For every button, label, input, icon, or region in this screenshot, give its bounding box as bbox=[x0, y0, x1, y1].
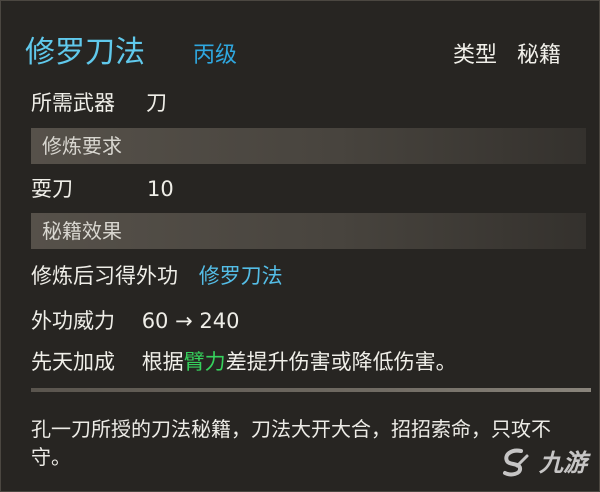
section-effects-label: 秘籍效果 bbox=[42, 219, 122, 243]
item-type-value: 秘籍 bbox=[516, 43, 561, 68]
innate-bonus-label: 先天加成 bbox=[31, 350, 115, 374]
requirement-row: 耍刀 10 bbox=[31, 175, 174, 203]
item-type: 类型 秘籍 bbox=[453, 41, 561, 71]
skill-power-row: 外功威力 60 → 240 bbox=[31, 307, 239, 335]
requirement-label: 耍刀 bbox=[31, 177, 73, 201]
learned-skill-value: 修罗刀法 bbox=[198, 264, 283, 288]
section-requirements-label: 修炼要求 bbox=[42, 134, 122, 158]
jiuyou-logo-icon bbox=[503, 448, 529, 477]
learned-skill-row: 修炼后习得外功 修罗刀法 bbox=[31, 262, 283, 290]
innate-bonus-prefix: 根据 bbox=[141, 350, 184, 374]
description-divider bbox=[31, 388, 591, 392]
innate-bonus-row: 先天加成 根据臂力差提升伤害或降低伤害。 bbox=[31, 348, 457, 376]
item-grade: 丙级 bbox=[193, 43, 238, 68]
required-weapon-row: 所需武器 刀 bbox=[31, 89, 167, 117]
item-name: 修罗刀法 bbox=[25, 35, 145, 70]
innate-bonus-suffix: 差提升伤害或降低伤害。 bbox=[225, 350, 457, 374]
section-requirements: 修炼要求 bbox=[31, 128, 586, 164]
section-effects: 秘籍效果 bbox=[31, 213, 586, 249]
innate-bonus-attribute: 臂力 bbox=[183, 350, 226, 374]
tooltip-header: 修罗刀法 丙级 类型 秘籍 bbox=[25, 27, 561, 75]
item-tooltip-panel: 修罗刀法 丙级 类型 秘籍 所需武器 刀 修炼要求 耍刀 10 秘籍效果 修炼后习… bbox=[0, 0, 600, 492]
skill-power-label: 外功威力 bbox=[31, 309, 115, 333]
innate-bonus-text: 根据臂力差提升伤害或降低伤害。 bbox=[142, 350, 457, 374]
requirement-value: 10 bbox=[147, 177, 174, 201]
watermark: 九游 bbox=[487, 443, 587, 483]
watermark-text: 九游 bbox=[539, 449, 587, 477]
required-weapon-value: 刀 bbox=[146, 91, 167, 115]
skill-power-value: 60 → 240 bbox=[141, 309, 240, 333]
required-weapon-label: 所需武器 bbox=[31, 91, 115, 115]
learned-skill-label: 修炼后习得外功 bbox=[31, 264, 178, 288]
item-type-label: 类型 bbox=[452, 43, 497, 68]
